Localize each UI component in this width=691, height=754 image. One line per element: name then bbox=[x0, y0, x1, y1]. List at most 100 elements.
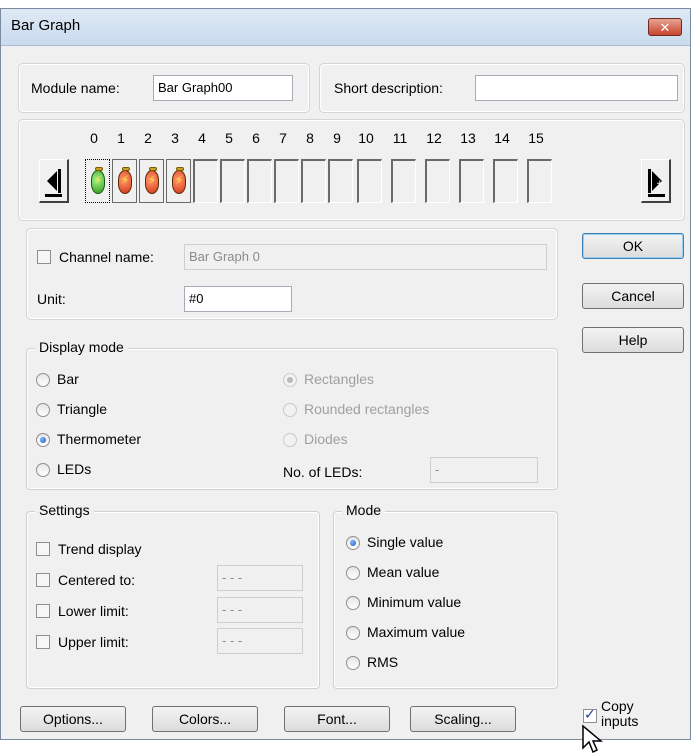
radio-leds-label: LEDs bbox=[57, 461, 92, 477]
led-red-icon: ⚡ bbox=[118, 167, 132, 194]
radio-rms[interactable] bbox=[346, 656, 360, 670]
channel-slot[interactable] bbox=[459, 159, 484, 203]
lower-limit-label: Lower limit: bbox=[58, 603, 129, 619]
radio-rectangles-label: Rectangles bbox=[304, 371, 375, 387]
channel-number: 12 bbox=[426, 130, 442, 146]
font-button[interactable]: Font... bbox=[284, 706, 390, 732]
close-icon[interactable]: ✕ bbox=[648, 18, 682, 36]
trend-display-checkbox[interactable] bbox=[36, 542, 50, 556]
radio-rounded-rectangles[interactable] bbox=[283, 403, 297, 417]
channel-number: 9 bbox=[333, 130, 341, 146]
channel-number: 7 bbox=[279, 130, 287, 146]
mode-group: Mode Single value Mean value Minimum val… bbox=[333, 502, 558, 689]
short-description-field[interactable] bbox=[475, 75, 678, 101]
channel-slot[interactable]: ⚡ bbox=[139, 159, 164, 203]
channel-number: 0 bbox=[90, 130, 98, 146]
channel-number: 6 bbox=[252, 130, 260, 146]
radio-maximum-value[interactable] bbox=[346, 626, 360, 640]
channel-slot[interactable] bbox=[425, 159, 450, 203]
trend-display-label: Trend display bbox=[58, 541, 142, 557]
display-mode-group: Display mode Bar Triangle Thermometer LE… bbox=[26, 339, 558, 490]
centered-to-label: Centered to: bbox=[58, 572, 136, 588]
scaling-button[interactable]: Scaling... bbox=[410, 706, 516, 732]
radio-single-value-label: Single value bbox=[367, 534, 444, 550]
upper-limit-label: Upper limit: bbox=[58, 634, 129, 650]
unit-field[interactable]: #0 bbox=[184, 286, 292, 312]
window-title: Bar Graph bbox=[11, 17, 81, 34]
channel-number: 4 bbox=[198, 130, 206, 146]
channel-slot[interactable] bbox=[328, 159, 353, 203]
channel-slot[interactable] bbox=[527, 159, 552, 203]
channel-name-field[interactable]: Bar Graph 0 bbox=[184, 244, 547, 270]
prev-channel-button[interactable] bbox=[39, 159, 69, 203]
copy-inputs-checkbox[interactable] bbox=[583, 706, 597, 723]
arrow-left-icon bbox=[45, 169, 62, 197]
radio-diodes-label: Diodes bbox=[304, 431, 348, 447]
settings-group: Settings Trend display Centered to: - - … bbox=[26, 502, 320, 689]
led-red-icon: ⚡ bbox=[172, 167, 186, 194]
module-name-field[interactable]: Bar Graph00 bbox=[153, 75, 293, 101]
options-button[interactable]: Options... bbox=[20, 706, 126, 732]
channel-number: 15 bbox=[528, 130, 544, 146]
radio-mean-value[interactable] bbox=[346, 566, 360, 580]
channel-slot[interactable] bbox=[493, 159, 518, 203]
upper-limit-field[interactable]: - - - bbox=[217, 628, 303, 654]
module-name-label: Module name: bbox=[31, 80, 120, 96]
channel-number: 10 bbox=[358, 130, 374, 146]
channel-number: 13 bbox=[460, 130, 476, 146]
radio-triangle-label: Triangle bbox=[57, 401, 108, 417]
no-of-leds-label: No. of LEDs: bbox=[283, 464, 363, 480]
lower-limit-field[interactable]: - - - bbox=[217, 597, 303, 623]
short-description-label: Short description: bbox=[334, 80, 443, 96]
channel-panel: Channel name: Bar Graph 0 Unit: #0 bbox=[26, 228, 558, 320]
copy-inputs-label: Copy inputs bbox=[601, 698, 639, 729]
channel-slot[interactable] bbox=[274, 159, 299, 203]
svg-text:+: + bbox=[656, 179, 664, 189]
radio-bar-label: Bar bbox=[57, 371, 79, 387]
next-channel-button[interactable]: + bbox=[641, 159, 671, 203]
channel-number: 5 bbox=[225, 130, 233, 146]
display-mode-title: Display mode bbox=[35, 339, 128, 355]
channel-slot[interactable] bbox=[220, 159, 245, 203]
radio-thermometer[interactable] bbox=[36, 433, 50, 447]
no-of-leds-field[interactable]: - bbox=[430, 457, 538, 483]
channel-number: 2 bbox=[144, 130, 152, 146]
centered-to-checkbox[interactable] bbox=[36, 573, 50, 587]
colors-button[interactable]: Colors... bbox=[152, 706, 258, 732]
channel-slot[interactable] bbox=[247, 159, 272, 203]
mouse-cursor-icon bbox=[582, 724, 603, 754]
channel-slot[interactable]: ⚡ bbox=[85, 159, 110, 203]
cancel-button[interactable]: Cancel bbox=[582, 283, 684, 309]
radio-rectangles[interactable] bbox=[283, 373, 297, 387]
channel-slot[interactable] bbox=[301, 159, 326, 203]
channel-slot[interactable] bbox=[357, 159, 382, 203]
channel-name-checkbox[interactable] bbox=[37, 250, 51, 264]
radio-rounded-rectangles-label: Rounded rectangles bbox=[304, 401, 430, 417]
radio-triangle[interactable] bbox=[36, 403, 50, 417]
channel-name-label: Channel name: bbox=[59, 249, 154, 265]
title-bar: Bar Graph ✕ bbox=[1, 9, 690, 46]
channel-number: 11 bbox=[392, 130, 408, 146]
channel-number: 1 bbox=[117, 130, 125, 146]
module-name-panel: Module name: Bar Graph00 bbox=[18, 63, 310, 113]
centered-to-field[interactable]: - - - bbox=[217, 565, 303, 591]
radio-mean-value-label: Mean value bbox=[367, 564, 440, 580]
led-red-icon: ⚡ bbox=[145, 167, 159, 194]
ok-button[interactable]: OK bbox=[582, 233, 684, 259]
radio-bar[interactable] bbox=[36, 373, 50, 387]
channel-slot[interactable] bbox=[391, 159, 416, 203]
radio-diodes[interactable] bbox=[283, 433, 297, 447]
help-button[interactable]: Help bbox=[582, 327, 684, 353]
arrow-right-icon: + bbox=[648, 169, 665, 197]
radio-minimum-value-label: Minimum value bbox=[367, 594, 462, 610]
channel-number: 8 bbox=[306, 130, 314, 146]
channel-slot[interactable]: ⚡ bbox=[166, 159, 191, 203]
channel-slot[interactable] bbox=[193, 159, 218, 203]
channel-slot[interactable]: ⚡ bbox=[112, 159, 137, 203]
channel-number: 3 bbox=[171, 130, 179, 146]
lower-limit-checkbox[interactable] bbox=[36, 604, 50, 618]
radio-leds[interactable] bbox=[36, 463, 50, 477]
radio-single-value[interactable] bbox=[346, 536, 360, 550]
radio-minimum-value[interactable] bbox=[346, 596, 360, 610]
upper-limit-checkbox[interactable] bbox=[36, 635, 50, 649]
